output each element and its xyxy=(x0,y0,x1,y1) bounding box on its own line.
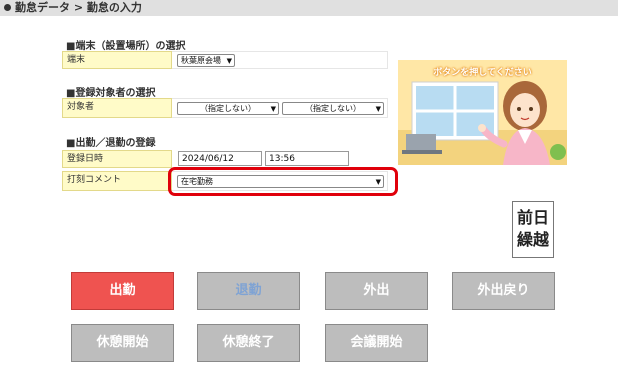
comment-label: 打刻コメント xyxy=(62,171,172,191)
illustration-caption: ボタンを押してください xyxy=(433,68,532,78)
target-label: 対象者 xyxy=(62,98,172,118)
target-row: 対象者 （指定しない） ▼ （指定しない） ▼ xyxy=(62,98,388,118)
terminal-label: 端末 xyxy=(62,51,172,69)
chevron-down-icon: ▼ xyxy=(226,57,232,65)
breadcrumb: 勤怠データ > 勤怠の入力 xyxy=(0,0,618,16)
break-start-button[interactable]: 休憩開始 xyxy=(71,324,174,362)
datetime-label: 登録日時 xyxy=(62,150,172,168)
datetime-value-cell: 2024/06/12 13:56 xyxy=(172,150,388,168)
section-title-attendance: ■出勤／退勤の登録 xyxy=(66,138,156,149)
time-input[interactable]: 13:56 xyxy=(265,151,349,166)
return-button[interactable]: 外出戻り xyxy=(452,272,555,310)
instruction-illustration: ボタンを押してください xyxy=(398,60,567,165)
chevron-down-icon: ▼ xyxy=(375,105,381,113)
date-input[interactable]: 2024/06/12 xyxy=(178,151,262,166)
section-title-target: ■登録対象者の選択 xyxy=(66,88,156,99)
breadcrumb-text: 勤怠データ > 勤怠の入力 xyxy=(15,1,142,14)
target-select-1-value: （指定しない） xyxy=(200,104,256,113)
clock-in-button[interactable]: 出勤 xyxy=(71,272,174,310)
chevron-down-icon: ▼ xyxy=(270,105,276,113)
section-title-terminal: ■端末（設置場所）の選択 xyxy=(66,41,186,52)
terminal-value-cell: 秋葉原会場 ▼ xyxy=(172,51,388,69)
meeting-start-button[interactable]: 会議開始 xyxy=(325,324,428,362)
target-select-2[interactable]: （指定しない） ▼ xyxy=(282,102,384,115)
go-out-button[interactable]: 外出 xyxy=(325,272,428,310)
carryover-label-line1: 前日 xyxy=(516,208,549,227)
target-select-1[interactable]: （指定しない） ▼ xyxy=(177,102,279,115)
terminal-row: 端末 秋葉原会場 ▼ xyxy=(62,51,388,69)
carryover-label-line2: 繰越 xyxy=(516,230,549,249)
highlight-box xyxy=(168,167,398,196)
target-select-2-value: （指定しない） xyxy=(305,104,361,113)
terminal-select[interactable]: 秋葉原会場 ▼ xyxy=(177,54,235,67)
target-value-cell: （指定しない） ▼ （指定しない） ▼ xyxy=(172,98,388,118)
bullet-icon xyxy=(4,3,11,11)
break-end-button[interactable]: 休憩終了 xyxy=(197,324,300,362)
previous-day-carryover-button[interactable]: 前日 繰越 xyxy=(512,201,554,258)
terminal-select-value: 秋葉原会場 xyxy=(181,56,221,65)
clock-out-button[interactable]: 退勤 xyxy=(197,272,300,310)
datetime-row: 登録日時 2024/06/12 13:56 xyxy=(62,150,388,168)
